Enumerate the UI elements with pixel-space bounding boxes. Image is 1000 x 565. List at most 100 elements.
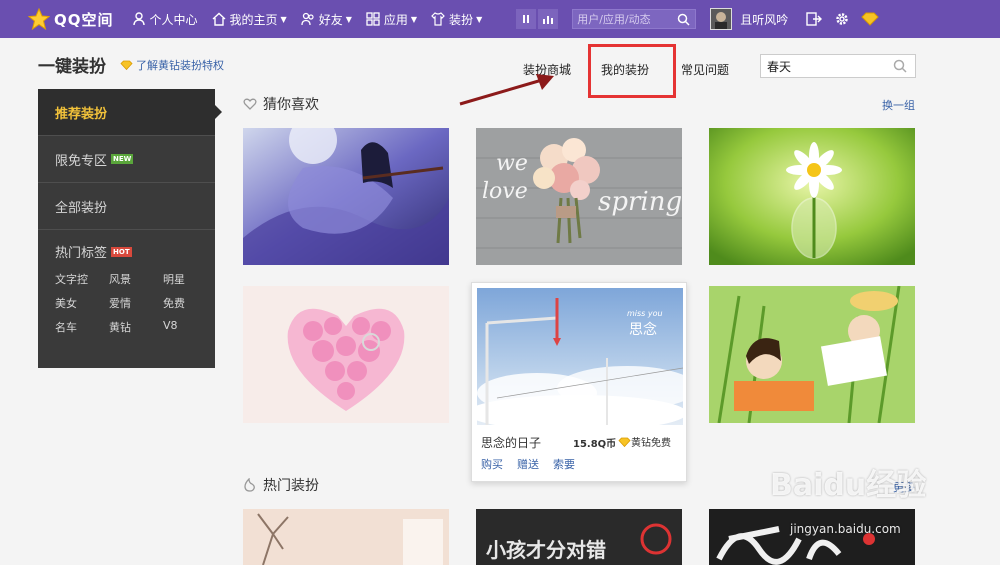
dressup-thumbnail-daisy[interactable]: [709, 128, 915, 265]
section-title: 热门装扮: [263, 478, 319, 494]
page-title: 一键装扮: [38, 57, 106, 77]
tag-item[interactable]: 免费: [163, 295, 217, 311]
sidebar-item-label: 全部装扮: [55, 200, 108, 216]
nav-label: 我的主页: [229, 12, 278, 27]
avatar[interactable]: [710, 8, 733, 30]
chevron-down-icon: ▼: [345, 14, 352, 24]
apps-grid-icon: [366, 12, 380, 26]
vip-free-text: 黄钻免费: [631, 438, 671, 449]
stats-button[interactable]: [538, 9, 559, 29]
tag-item[interactable]: 美女: [55, 295, 109, 311]
yellow-diamond-icon: [120, 60, 133, 70]
dressup-actions: 购买 赠送 索要: [481, 456, 589, 472]
chevron-down-icon: ▼: [476, 14, 483, 24]
dressup-thumbnail-love-spring[interactable]: we love spring: [476, 128, 682, 265]
top-search-input[interactable]: [577, 12, 678, 26]
baidu-watermark-url: jingyan.baidu.com: [790, 522, 901, 536]
search-icon[interactable]: [893, 59, 907, 73]
nav-friends[interactable]: 好友 ▼: [301, 11, 352, 28]
sidebar: 推荐装扮 限免专区 NEW 全部装扮 热门标签 HOT 文字控 风景 明星 美女…: [38, 89, 222, 368]
sidebar-item-free-zone[interactable]: 限免专区 NEW: [38, 136, 215, 183]
tab-faq[interactable]: 常见问题: [681, 61, 729, 78]
heart-icon: [243, 98, 257, 110]
username[interactable]: 且听风吟: [740, 11, 788, 28]
sidebar-item-label: 推荐装扮: [55, 106, 108, 122]
yellow-diamond-icon[interactable]: [856, 9, 884, 29]
dressup-price: 15.8Q币: [573, 439, 617, 450]
tag-item[interactable]: 风景: [109, 271, 163, 287]
tag-item[interactable]: 明星: [163, 271, 217, 287]
qzone-logo[interactable]: QQ空间: [27, 0, 114, 38]
dressup-thumbnail-rose-heart[interactable]: [243, 286, 449, 423]
dressup-search-input[interactable]: [767, 59, 887, 73]
image-text: love: [482, 179, 528, 204]
star-logo-icon: [27, 7, 51, 31]
image-text: miss you: [627, 309, 663, 318]
bars-icon: [543, 16, 554, 24]
dressup-thumbnail-calligraphy[interactable]: [709, 509, 915, 565]
dressup-hover-card[interactable]: miss you 思念 思念的日子 15.8Q币 黄钻免费 购买 赠送 索要: [471, 282, 687, 482]
search-icon[interactable]: [677, 13, 690, 26]
shirt-icon: [431, 12, 445, 26]
buy-button[interactable]: 购买: [481, 456, 503, 472]
refresh-link[interactable]: 换一组: [882, 97, 915, 113]
image-text: we: [496, 151, 528, 176]
logo-text: QQ空间: [54, 10, 114, 29]
nav-label: 装扮: [449, 12, 474, 27]
sidebar-item-recommended[interactable]: 推荐装扮: [38, 89, 222, 136]
hot-tags-section: 热门标签 HOT 文字控 风景 明星 美女 爱情 免费 名车 黄钻 V8: [38, 230, 215, 335]
top-navigation-bar: QQ空间 个人中心 我的主页 ▼ 好友 ▼ 应用 ▼ 装扮 ▼ 用户/应用/动态…: [0, 0, 1000, 38]
image-text: spring: [598, 187, 682, 217]
dressup-thumbnail-bare-tree[interactable]: [243, 509, 449, 565]
annotation-highlight-box: [588, 44, 676, 98]
nav-personal-center[interactable]: 个人中心: [132, 11, 198, 28]
top-search-box: [572, 9, 697, 29]
new-badge: NEW: [111, 154, 134, 164]
dressup-thumbnail-warrior[interactable]: [243, 128, 449, 265]
vip-link-label: 了解黄钻装扮特权: [136, 59, 224, 72]
hot-tags-title: 热门标签 HOT: [55, 242, 215, 261]
dressup-thumbnail-anime-boys[interactable]: [709, 286, 915, 423]
section-guess-you-like: 猜你喜欢: [243, 94, 319, 114]
chevron-down-icon: ▼: [280, 14, 287, 24]
pause-button[interactable]: [516, 9, 537, 29]
annotation-arrow-icon: [459, 74, 554, 106]
dressup-search-box: [760, 54, 916, 78]
nav-apps[interactable]: 应用 ▼: [366, 11, 417, 28]
request-button[interactable]: 索要: [553, 456, 575, 472]
dressup-thumbnail-dark-text[interactable]: 小孩才分对错: [476, 509, 682, 565]
vip-privileges-link[interactable]: 了解黄钻装扮特权: [120, 57, 224, 73]
person-icon: [132, 12, 146, 26]
hot-tags-label: 热门标签: [55, 246, 108, 261]
nav-my-homepage[interactable]: 我的主页 ▼: [212, 11, 287, 28]
section-title: 猜你喜欢: [263, 97, 319, 113]
sidebar-item-all[interactable]: 全部装扮: [38, 183, 215, 230]
nav-label: 应用: [383, 12, 408, 27]
hot-badge: HOT: [111, 246, 132, 257]
view-toggle-group: [516, 9, 560, 29]
sidebar-item-label: 限免专区: [55, 153, 108, 169]
tag-item[interactable]: 文字控: [55, 271, 109, 287]
logout-icon[interactable]: [800, 9, 828, 29]
tag-item[interactable]: 爱情: [109, 295, 163, 311]
main-nav: 个人中心 我的主页 ▼ 好友 ▼ 应用 ▼ 装扮 ▼: [132, 11, 497, 28]
dressup-name: 思念的日子: [481, 436, 542, 450]
user-menu[interactable]: 且听风吟: [710, 8, 788, 30]
baidu-watermark: Baidu经验: [770, 468, 927, 503]
friends-icon: [301, 12, 315, 26]
flame-icon: [244, 478, 255, 492]
nav-dressup[interactable]: 装扮 ▼: [431, 11, 482, 28]
dressup-thumbnail-missing-days[interactable]: miss you 思念: [477, 288, 683, 425]
image-text: 思念: [629, 321, 657, 338]
gear-icon[interactable]: [828, 9, 856, 29]
top-right-icons: [800, 9, 884, 29]
nav-label: 个人中心: [149, 12, 198, 27]
home-icon: [212, 12, 226, 26]
pause-icon: [523, 15, 530, 23]
tag-item[interactable]: 黄钻: [109, 319, 163, 335]
yellow-diamond-icon: [618, 437, 631, 447]
tag-item[interactable]: 名车: [55, 319, 109, 335]
tag-item[interactable]: V8: [163, 319, 217, 335]
nav-label: 好友: [318, 12, 343, 27]
gift-button[interactable]: 赠送: [517, 456, 539, 472]
